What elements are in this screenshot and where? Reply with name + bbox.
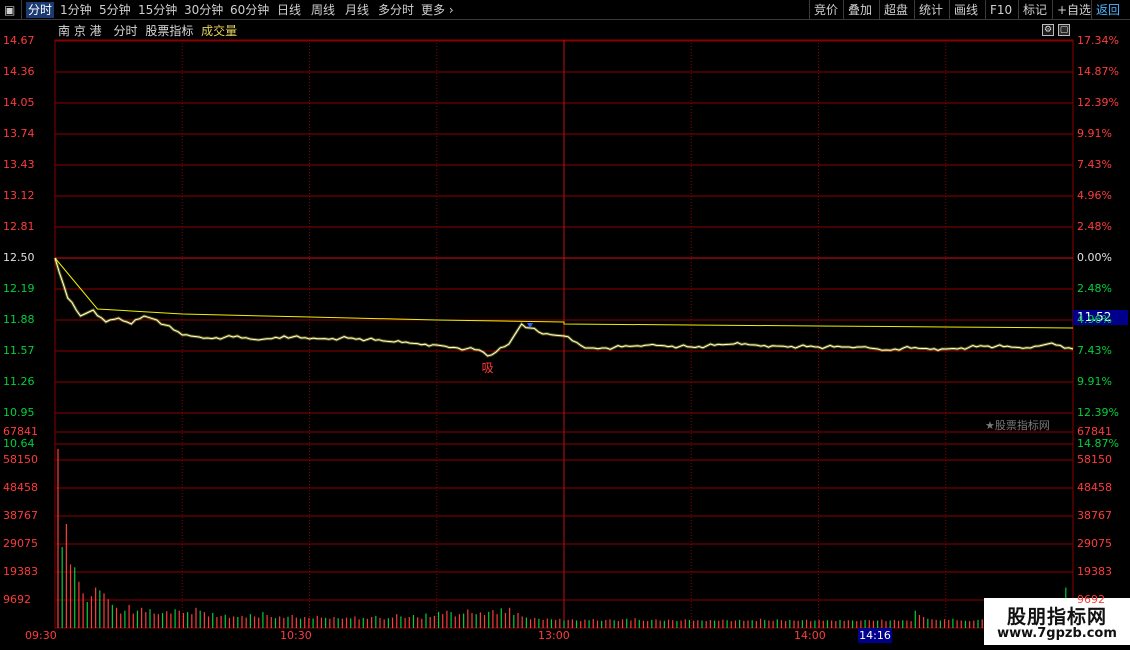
- volume-tick-label: 48458: [1077, 480, 1112, 494]
- price-tick-label: 11.26: [3, 375, 35, 388]
- volume-tick-label: 38767: [1077, 508, 1112, 522]
- percent-tick-label: 12.39%: [1077, 406, 1119, 419]
- price-tick-label: 13.12: [3, 189, 35, 202]
- price-tick-label: 12.50: [3, 251, 35, 264]
- price-tick-label: 12.81: [3, 220, 35, 233]
- price-tick-label: 14.36: [3, 65, 35, 78]
- price-tick-label: 14.67: [3, 34, 35, 47]
- percent-tick-label: 7.43%: [1077, 158, 1112, 171]
- percent-tick-label: 7.43%: [1077, 344, 1112, 357]
- volume-tick-label: 58150: [3, 452, 38, 466]
- percent-tick-label: 14.87%: [1077, 65, 1119, 78]
- time-tick-label: 10:30: [280, 629, 312, 642]
- volume-tick-label: 29075: [3, 536, 38, 550]
- percent-tick-label: 9.91%: [1077, 127, 1112, 140]
- price-tick-label: 13.43: [3, 158, 35, 171]
- volume-tick-label: 58150: [1077, 452, 1112, 466]
- volume-tick-label: 38767: [3, 508, 38, 522]
- price-tick-label: 14.05: [3, 96, 35, 109]
- percent-tick-label: 17.34%: [1077, 34, 1119, 47]
- volume-tick-label: 9692: [3, 592, 31, 606]
- time-tick-label: 09:30: [25, 629, 57, 642]
- buy-signal-label: 吸: [482, 361, 494, 375]
- logo-title: 股朋指标网: [1006, 606, 1107, 628]
- percent-tick-label: 2.48%: [1077, 220, 1112, 233]
- percent-tick-label: 4.96%: [1077, 189, 1112, 202]
- logo-url: www.7gpzb.com: [997, 626, 1117, 641]
- status-strip: [0, 645, 1130, 650]
- percent-tick-label: 2.48%: [1077, 282, 1112, 295]
- percent-tick-label: 9.91%: [1077, 375, 1112, 388]
- volume-tick-label: 19383: [1077, 565, 1112, 578]
- price-tick-label: 12.19: [3, 282, 35, 295]
- volume-tick-label: 9692: [1077, 592, 1105, 606]
- cursor-time-tag: 14:16: [858, 628, 892, 643]
- price-tick-label: 13.74: [3, 127, 35, 140]
- watermark-text: ★股票指标网: [985, 419, 1050, 432]
- volume-tick-label: 67841: [3, 425, 38, 438]
- time-tick-label: 13:00: [538, 629, 570, 642]
- price-tick-label: 11.57: [3, 344, 35, 357]
- percent-tick-label: 12.39%: [1077, 96, 1119, 109]
- percent-tick-label: 14.87%: [1077, 437, 1119, 450]
- percent-tick-label: 4.96%: [1077, 313, 1112, 326]
- time-tick-label: 14:00: [794, 629, 826, 642]
- percent-tick-label: 0.00%: [1077, 251, 1112, 264]
- intraday-chart[interactable]: 吸: [0, 0, 1130, 650]
- volume-tick-label: 48458: [3, 480, 38, 494]
- price-tick-label: 10.95: [3, 406, 35, 419]
- volume-tick-label: 67841: [1077, 425, 1112, 438]
- volume-tick-label: 19383: [3, 565, 38, 578]
- price-tick-label: 10.64: [3, 437, 35, 450]
- price-tick-label: 11.88: [3, 313, 35, 326]
- volume-tick-label: 29075: [1077, 536, 1112, 550]
